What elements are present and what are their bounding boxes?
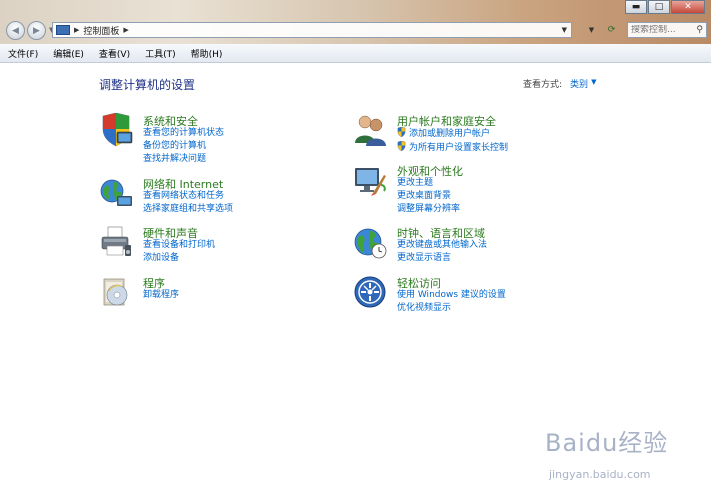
shield-computer-icon[interactable] <box>99 113 133 147</box>
clock-globe-icon[interactable] <box>353 225 387 259</box>
search-input[interactable] <box>631 25 693 35</box>
address-bar[interactable]: ▶ 控制面板 ▶ ▼ <box>52 22 572 38</box>
category-links: 查看网络状态和任务 选择家庭组和共享选项 <box>143 190 233 216</box>
menu-tools[interactable]: 工具(T) <box>137 47 183 60</box>
link-devices-printers[interactable]: 查看设备和打印机 <box>143 239 215 252</box>
view-by-label: 查看方式: <box>523 80 563 90</box>
ease-of-access-icon[interactable] <box>353 275 387 309</box>
close-button[interactable]: ✕ <box>671 0 705 14</box>
link-homegroup-sharing[interactable]: 选择家庭组和共享选项 <box>143 203 233 216</box>
category-links: 使用 Windows 建议的设置 优化视频显示 <box>397 289 506 315</box>
breadcrumb-arrow-icon[interactable]: ▶ <box>74 26 79 34</box>
baidu-watermark: Baidu经验 jingyan.baidu.com <box>545 423 705 493</box>
category-links: 添加或删除用户帐户 为所有用户设置家长控制 <box>397 127 508 155</box>
category-links: 查看您的计算机状态 备份您的计算机 查找并解决问题 <box>143 127 224 166</box>
link-change-theme[interactable]: 更改主题 <box>397 177 460 190</box>
menu-bar: 文件(F) 编辑(E) 查看(V) 工具(T) 帮助(H) <box>0 44 711 63</box>
search-box[interactable]: ⚲ <box>627 22 707 38</box>
programs-icon[interactable] <box>99 275 133 309</box>
link-change-display-language[interactable]: 更改显示语言 <box>397 252 487 265</box>
link-change-desktop-background[interactable]: 更改桌面背景 <box>397 190 460 203</box>
dropdown-icon[interactable]: ▼ <box>589 26 594 34</box>
link-optimize-visual-display[interactable]: 优化视频显示 <box>397 302 506 315</box>
view-by-dropdown-icon[interactable]: ▼ <box>591 78 596 90</box>
menu-file[interactable]: 文件(F) <box>0 47 45 60</box>
category-links: 查看设备和打印机 添加设备 <box>143 239 215 265</box>
link-view-network-status[interactable]: 查看网络状态和任务 <box>143 190 233 203</box>
watermark-title: Baidu经验 <box>545 429 669 457</box>
category-links: 更改主题 更改桌面背景 调整屏幕分辨率 <box>397 177 460 216</box>
page-title: 调整计算机的设置 <box>99 78 196 92</box>
link-windows-recommended-settings[interactable]: 使用 Windows 建议的设置 <box>397 289 506 302</box>
network-globe-icon[interactable] <box>99 176 133 210</box>
control-panel-content: 调整计算机的设置 查看方式: 类别 ▼ 系统和安全 查看您的计算机状态 备份您的… <box>0 63 711 481</box>
navigation-buttons: ◀ ▶ ▼ <box>6 21 54 40</box>
back-button[interactable]: ◀ <box>6 21 25 40</box>
back-arrow-icon: ◀ <box>12 25 19 36</box>
control-panel-icon <box>56 25 70 35</box>
link-backup-computer[interactable]: 备份您的计算机 <box>143 140 224 153</box>
refresh-icon[interactable]: ⟳ <box>608 25 616 35</box>
link-check-computer-status[interactable]: 查看您的计算机状态 <box>143 127 224 140</box>
watermark-url: jingyan.baidu.com <box>549 468 651 481</box>
address-dropdown-icon[interactable]: ▼ <box>562 26 567 34</box>
refresh-area: ▼ ⟳ <box>582 22 622 38</box>
window-controls: ▬ □ ✕ <box>624 0 705 14</box>
category-links: 更改键盘或其他输入法 更改显示语言 <box>397 239 487 265</box>
link-change-input-method[interactable]: 更改键盘或其他输入法 <box>397 239 487 252</box>
link-add-remove-accounts[interactable]: 添加或删除用户帐户 <box>397 127 508 141</box>
uac-shield-icon <box>397 127 406 137</box>
category-links: 卸载程序 <box>143 289 179 302</box>
view-by-control: 查看方式: 类别 ▼ <box>523 77 596 90</box>
link-parental-controls[interactable]: 为所有用户设置家长控制 <box>397 141 508 155</box>
appearance-icon[interactable] <box>353 163 387 197</box>
uac-shield-icon <box>397 141 406 151</box>
breadcrumb-arrow-icon[interactable]: ▶ <box>123 26 128 34</box>
printer-icon[interactable] <box>99 225 133 259</box>
breadcrumb-control-panel[interactable]: 控制面板 <box>83 24 119 37</box>
window-titlebar: ▬ □ ✕ ◀ ▶ ▼ ▶ 控制面板 ▶ ▼ ▼ ⟳ ⚲ <box>0 0 711 44</box>
forward-arrow-icon: ▶ <box>33 25 40 36</box>
link-uninstall-program[interactable]: 卸载程序 <box>143 289 179 302</box>
menu-edit[interactable]: 编辑(E) <box>45 47 91 60</box>
minimize-button[interactable]: ▬ <box>625 0 647 14</box>
users-icon[interactable] <box>353 113 387 147</box>
menu-view[interactable]: 查看(V) <box>91 47 137 60</box>
link-add-device[interactable]: 添加设备 <box>143 252 215 265</box>
menu-help[interactable]: 帮助(H) <box>183 47 230 60</box>
link-adjust-resolution[interactable]: 调整屏幕分辨率 <box>397 203 460 216</box>
view-by-dropdown[interactable]: 类别 <box>570 77 588 90</box>
forward-button[interactable]: ▶ <box>27 21 46 40</box>
maximize-button[interactable]: □ <box>648 0 670 14</box>
search-icon[interactable]: ⚲ <box>696 25 703 35</box>
link-find-fix-problems[interactable]: 查找并解决问题 <box>143 153 224 166</box>
